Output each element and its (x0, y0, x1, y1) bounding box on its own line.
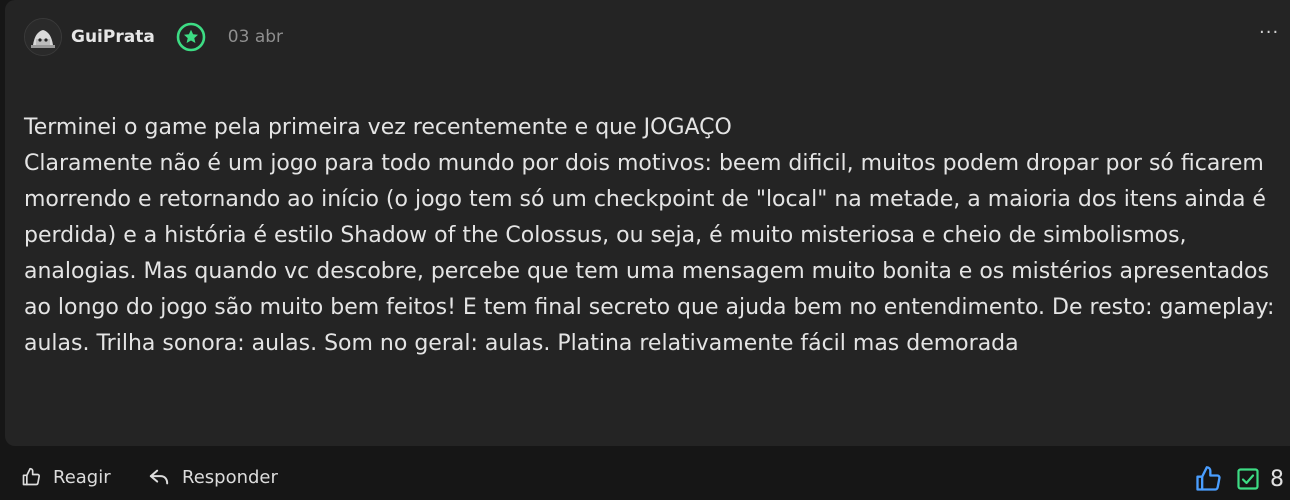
comment-date: 03 abr (227, 27, 284, 47)
reply-arrow-icon (149, 469, 169, 485)
vote-controls: 8 (1194, 465, 1284, 493)
reply-label: Responder (182, 466, 278, 488)
more-options-icon[interactable]: ··· (1259, 22, 1279, 43)
author-name[interactable]: GuiPrata (71, 27, 155, 47)
reply-button[interactable]: Responder (148, 460, 278, 494)
avatar[interactable] (24, 18, 62, 56)
thumbs-up-icon (22, 467, 41, 486)
comment-card: GuiPrata 03 abr ··· Terminei o game pela… (5, 0, 1290, 446)
react-button[interactable]: Reagir (21, 460, 111, 494)
checkmark-box-icon[interactable] (1236, 467, 1260, 491)
like-icon[interactable] (1194, 465, 1222, 493)
like-count: 8 (1270, 466, 1284, 492)
star-icon (176, 22, 206, 52)
react-label: Reagir (53, 466, 111, 488)
comment-header: GuiPrata 03 abr (24, 18, 283, 56)
comment-body: Terminei o game pela primeira vez recent… (24, 115, 1275, 356)
